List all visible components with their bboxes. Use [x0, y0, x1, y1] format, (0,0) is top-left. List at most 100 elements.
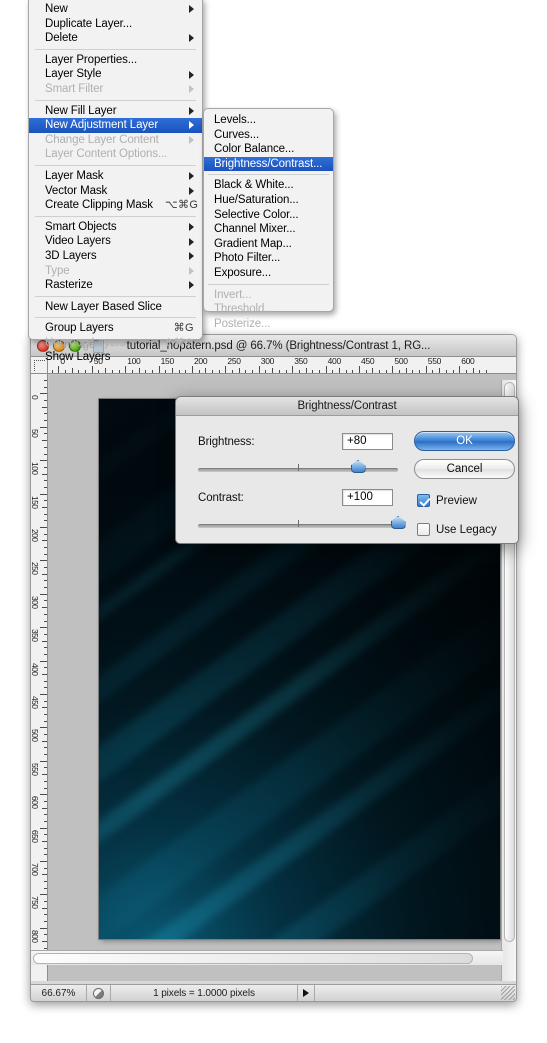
layer-menu-item-show-layers[interactable]: Show Layers: [29, 350, 202, 365]
menu-item-label: Curves...: [214, 128, 260, 141]
ruler-label: 550: [31, 762, 40, 776]
adjustment-item-hue-saturation[interactable]: Hue/Saturation...: [204, 193, 333, 208]
layer-menu-item-delete[interactable]: Delete: [29, 31, 202, 46]
adjustment-item-channel-mixer[interactable]: Channel Mixer...: [204, 222, 333, 237]
ruler-tick-minor: [44, 787, 47, 789]
adjustment-item-black-white[interactable]: Black & White...: [204, 178, 333, 193]
contrast-value-input[interactable]: +100: [342, 489, 393, 506]
layer-menu-item-create-clipping-mask[interactable]: Create Clipping Mask ⌥⌘G: [29, 198, 202, 213]
layer-menu-item-rasterize[interactable]: Rasterize: [29, 278, 202, 293]
window-resize-grip[interactable]: [501, 986, 515, 1000]
ruler-tick-minor: [44, 887, 47, 889]
ruler-tick-minor: [165, 370, 167, 373]
brightness-slider[interactable]: [198, 460, 398, 473]
menu-item-label: Hue/Saturation...: [214, 193, 299, 206]
ruler-tick-major: [40, 593, 47, 595]
adjustment-item-curves[interactable]: Curves...: [204, 128, 333, 143]
cancel-button[interactable]: Cancel: [414, 459, 515, 479]
menu-item-label: Brightness/Contrast...: [214, 157, 323, 170]
adjustment-item-color-balance[interactable]: Color Balance...: [204, 142, 333, 157]
adjustment-item-posterize: Posterize...: [204, 317, 333, 332]
layer-menu-item-layer-properties[interactable]: Layer Properties...: [29, 53, 202, 68]
use-legacy-label: Use Legacy: [436, 523, 497, 536]
ruler-tick-minor: [238, 368, 240, 373]
new-adjustment-layer-submenu[interactable]: Levels... Curves... Color Balance... Bright…: [203, 108, 334, 330]
layer-menu-item-new-layer-based-slice[interactable]: New Layer Based Slice: [29, 300, 202, 315]
preview-checkbox[interactable]: [417, 494, 430, 507]
ruler-tick-minor: [42, 907, 47, 909]
document-proportions-icon[interactable]: [87, 984, 111, 1001]
layer-menu-item-vector-mask[interactable]: Vector Mask: [29, 184, 202, 199]
layer-menu-item-layer-mask[interactable]: Layer Mask: [29, 169, 202, 184]
layer-menu-item-3d-layers[interactable]: 3D Layers: [29, 249, 202, 264]
ruler-tick-minor: [105, 368, 107, 373]
ruler-tick-minor: [42, 874, 47, 876]
adjustment-item-gradient-map[interactable]: Gradient Map...: [204, 237, 333, 252]
adjustment-item-photo-filter[interactable]: Photo Filter...: [204, 251, 333, 266]
ruler-tick-minor: [44, 720, 47, 722]
use-legacy-checkbox[interactable]: [417, 523, 430, 536]
ruler-label: 350: [31, 629, 40, 642]
layer-menu-item-new[interactable]: New: [29, 2, 202, 17]
menu-item-label: Show Layers: [45, 351, 111, 364]
ruler-tick-minor: [171, 368, 173, 373]
ruler-tick-major: [225, 366, 227, 373]
menu-item-shortcut: ⇧⌘G: [164, 336, 194, 349]
adjustment-item-selective-color[interactable]: Selective Color...: [204, 208, 333, 223]
ruler-label: 0: [31, 395, 40, 400]
ruler-tick-minor: [42, 941, 47, 943]
layer-menu-item-new-fill-layer[interactable]: New Fill Layer: [29, 104, 202, 119]
ruler-label: 300: [31, 595, 40, 609]
ruler-tick-minor: [44, 901, 47, 903]
contrast-label: Contrast:: [198, 492, 244, 504]
menu-item-label: Ungroup Layers: [45, 336, 126, 349]
menu-item-label: Duplicate Layer...: [45, 17, 133, 30]
ruler-tick-major: [258, 366, 260, 373]
ruler-tick-minor: [98, 370, 100, 373]
brightness-value-input[interactable]: +80: [342, 433, 393, 450]
ruler-tick-minor: [44, 814, 47, 816]
ruler-tick-minor: [151, 370, 153, 373]
ruler-tick-minor: [332, 370, 334, 373]
contrast-slider-thumb[interactable]: [390, 516, 406, 529]
layer-menu-item-new-adjustment-layer[interactable]: New Adjustment Layer: [29, 118, 202, 133]
layer-menu-item-group-layers[interactable]: Group Layers ⌘G: [29, 321, 202, 336]
brightness-slider-thumb[interactable]: [350, 460, 366, 473]
menu-item-label: Change Layer Content: [45, 133, 159, 146]
ruler-tick-minor: [365, 370, 367, 373]
preview-checkbox-row[interactable]: Preview: [417, 494, 477, 507]
ruler-tick-minor: [42, 840, 47, 842]
status-popup-arrow-icon[interactable]: [298, 984, 315, 1001]
ruler-tick-minor: [178, 370, 180, 373]
layer-menu[interactable]: New Duplicate Layer... Delete Layer Propert…: [28, 0, 203, 363]
ruler-tick-major: [91, 366, 93, 373]
ruler-tick-minor: [145, 370, 147, 373]
layer-menu-item-video-layers[interactable]: Video Layers: [29, 234, 202, 249]
adjustment-item-levels[interactable]: Levels...: [204, 113, 333, 128]
ruler-tick-major: [125, 366, 127, 373]
vertical-ruler[interactable]: 5005010015020025030035040045050055060065…: [31, 374, 48, 981]
zoom-level-field[interactable]: 66.67%: [31, 984, 87, 1001]
ruler-label: 500: [31, 729, 40, 742]
layer-menu-item-duplicate-layer[interactable]: Duplicate Layer...: [29, 17, 202, 32]
ok-button[interactable]: OK: [414, 431, 515, 451]
adjustment-item-brightness-contrast[interactable]: Brightness/Contrast...: [204, 156, 333, 172]
horizontal-scrollbar[interactable]: [31, 950, 503, 965]
layer-menu-item-layer-style[interactable]: Layer Style: [29, 67, 202, 82]
ruler-tick-major: [425, 366, 427, 373]
layer-menu-item-smart-objects[interactable]: Smart Objects: [29, 220, 202, 235]
menu-item-label: Layer Style: [45, 68, 102, 81]
use-legacy-checkbox-row[interactable]: Use Legacy: [417, 523, 497, 536]
contrast-slider[interactable]: [198, 516, 406, 529]
menu-item-label: New: [45, 3, 68, 15]
adjustment-item-exposure[interactable]: Exposure...: [204, 266, 333, 281]
ruler-tick-minor: [385, 370, 387, 373]
menu-item-label: Invert...: [214, 288, 252, 301]
horizontal-scrollbar-thumb[interactable]: [33, 953, 473, 964]
ruler-tick-minor: [44, 754, 47, 756]
ruler-label: 600: [31, 796, 40, 809]
ruler-tick-minor: [44, 867, 47, 869]
layer-menu-item-smart-filter: Smart Filter: [29, 82, 202, 97]
ruler-tick-major: [40, 627, 47, 629]
status-bar: 66.67% 1 pixels = 1.0000 pixels: [31, 984, 516, 1001]
